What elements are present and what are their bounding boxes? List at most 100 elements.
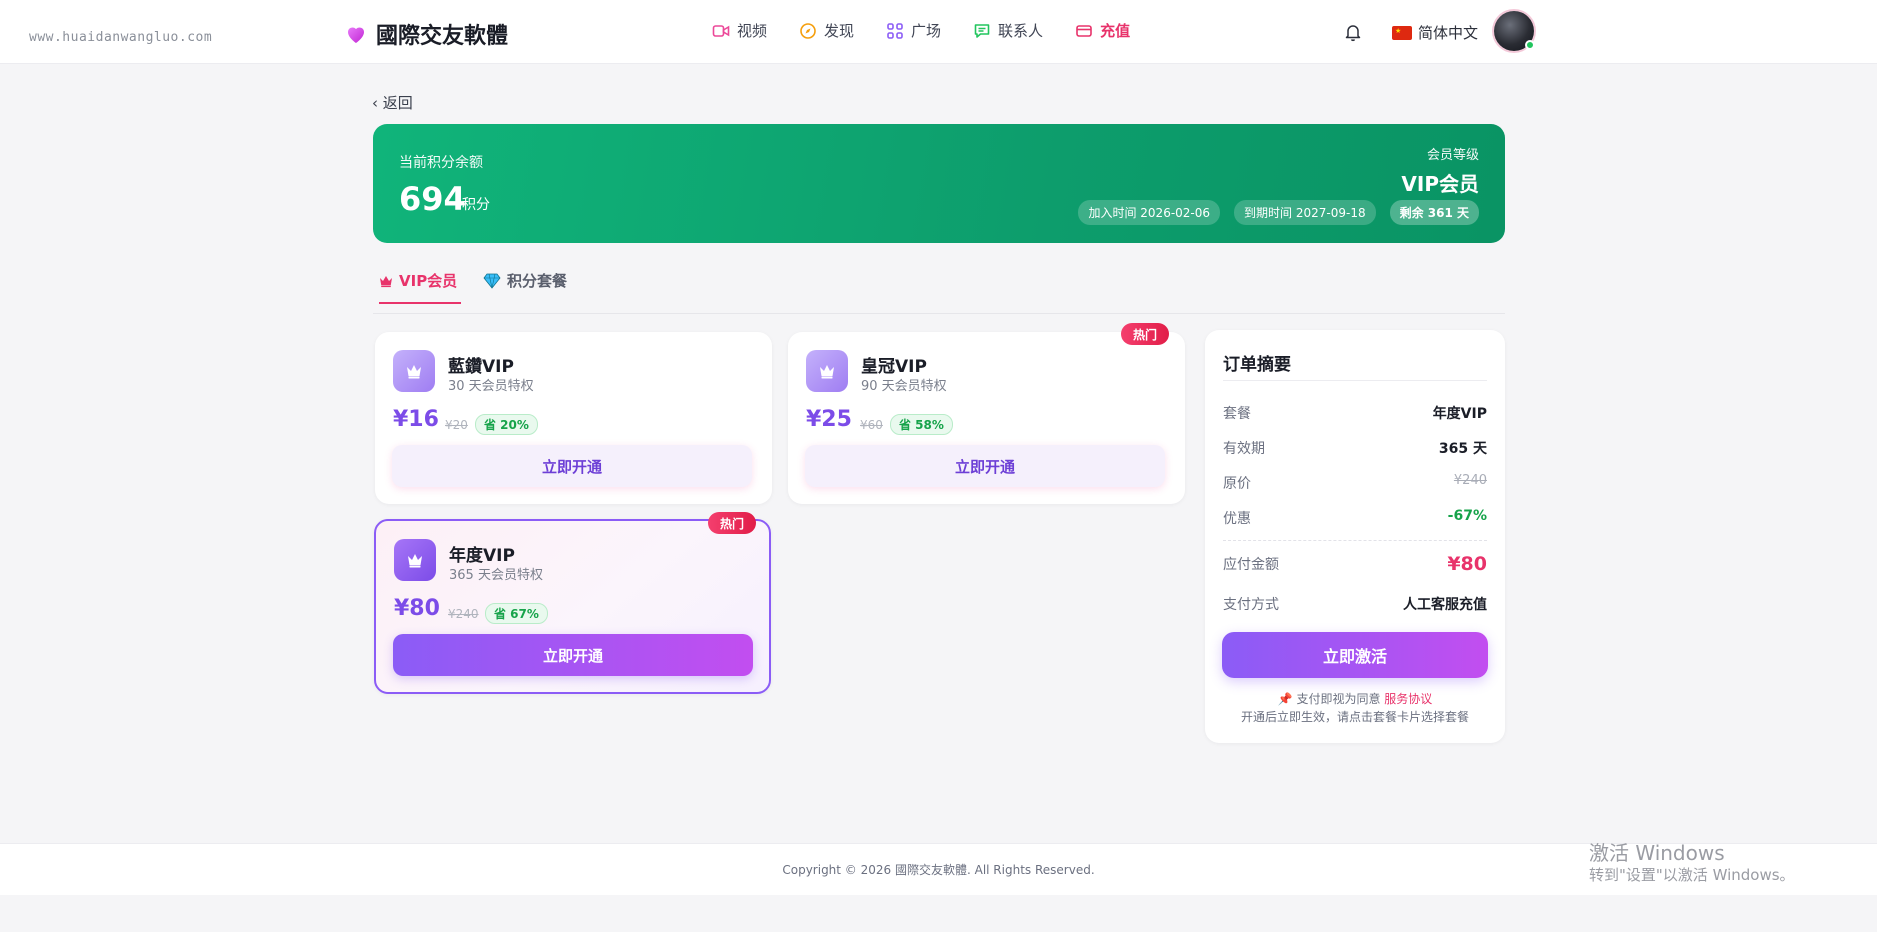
plan-card-annual[interactable]: 年度VIP 365 天会员特权 ¥80 ¥240 省 67% 立即开通 [374, 519, 771, 694]
activate-plan-button[interactable]: 立即开通 [805, 445, 1165, 487]
online-status-dot [1525, 40, 1535, 50]
summary-row-plan: 套餐 年度VIP [1223, 403, 1487, 423]
nav-discover-label: 发现 [824, 22, 855, 40]
remaining-days-pill: 剩余 361 天 [1389, 200, 1479, 225]
main-nav: 视频 发现 广场 联系人 充值 [712, 20, 1162, 41]
divider [1223, 540, 1487, 541]
summary-row-payment-method: 支付方式 人工客服充值 [1223, 594, 1487, 614]
back-link[interactable]: ‹ 返回 [372, 92, 413, 113]
plan-save-badge: 省 20% [475, 414, 538, 435]
video-icon [712, 24, 730, 37]
language-label: 简体中文 [1418, 24, 1479, 42]
back-label: 返回 [382, 94, 413, 112]
tab-vip-label: VIP会员 [399, 272, 458, 290]
bell-icon[interactable] [1343, 22, 1363, 42]
copyright-text: Copyright © 2026 國際交友軟體. All Rights Rese… [782, 863, 1095, 877]
row-value: 365 天 [1438, 441, 1487, 457]
crown-icon [408, 554, 422, 568]
row-value: 年度VIP [1432, 406, 1487, 422]
balance-label: 当前积分余额 [399, 155, 483, 171]
row-value: ¥240 [1453, 473, 1487, 488]
plan-card-crown[interactable]: 皇冠VIP 90 天会员特权 ¥25 ¥60 省 58% 立即开通 [788, 332, 1185, 504]
compass-icon [800, 22, 816, 39]
nav-square[interactable]: 广场 [886, 20, 941, 41]
activation-note: 开通后立即生效，请点击套餐卡片选择套餐 [1240, 710, 1469, 724]
nav-video-label: 视频 [737, 22, 768, 40]
nav-contacts-label: 联系人 [998, 22, 1044, 40]
membership-dates: 加入时间 2026-02-06 到期时间 2027-09-18 剩余 361 天 [1064, 200, 1479, 225]
pin-icon: 📌 [1277, 692, 1293, 706]
plan-name: 皇冠VIP [861, 357, 927, 377]
row-label: 应付金额 [1223, 557, 1279, 573]
activate-now-button[interactable]: 立即激活 [1222, 632, 1488, 678]
nav-contacts[interactable]: 联系人 [973, 20, 1043, 41]
member-level-label: 会员等级 [1426, 148, 1479, 163]
divider [1223, 380, 1487, 381]
tab-vip[interactable]: VIP会员 [379, 270, 462, 304]
plan-price: ¥16 [393, 407, 439, 432]
windows-activation-title: 激活 Windows [1589, 841, 1725, 865]
crown-icon [820, 365, 834, 379]
plan-desc: 365 天会员特权 [449, 568, 543, 583]
plan-icon [806, 350, 848, 392]
activate-plan-button[interactable]: 立即开通 [393, 634, 753, 676]
tab-points-label: 积分套餐 [507, 272, 568, 290]
row-label: 优惠 [1223, 511, 1251, 527]
agreement-text: 📌 支付即视为同意 服务协议 [1205, 690, 1505, 707]
hot-badge: 热门 [708, 512, 757, 534]
member-level-value: VIP会员 [1401, 172, 1479, 196]
balance-value: 694 [399, 180, 466, 218]
chat-icon [974, 23, 990, 38]
plan-name: 年度VIP [449, 546, 515, 566]
plan-original-price: ¥60 [860, 418, 883, 432]
order-summary: 订单摘要 套餐 年度VIP 有效期 365 天 原价 ¥240 优惠 -67% … [1205, 330, 1505, 743]
windows-activation-hint: 转到"设置"以激活 Windows。 [1589, 866, 1795, 884]
brand-logo[interactable]: 國際交友軟體 [344, 18, 508, 50]
plan-desc: 90 天会员特权 [861, 379, 947, 394]
plan-save-badge: 省 58% [890, 414, 953, 435]
plan-icon [394, 539, 436, 581]
plan-price: ¥25 [806, 407, 852, 432]
nav-recharge-label: 充值 [1100, 22, 1131, 40]
nav-discover[interactable]: 发现 [799, 20, 854, 41]
diamond-icon [483, 273, 501, 289]
row-label: 支付方式 [1223, 597, 1279, 613]
plan-desc: 30 天会员特权 [448, 379, 534, 394]
china-flag-icon: ★ [1392, 25, 1412, 40]
nav-recharge[interactable]: 充值 [1075, 20, 1130, 41]
row-value: ¥80 [1447, 553, 1487, 575]
activate-plan-button[interactable]: 立即开通 [392, 445, 752, 487]
brand-name: 國際交友軟體 [376, 24, 509, 49]
summary-title: 订单摘要 [1223, 355, 1291, 375]
plan-name: 藍鑽VIP [448, 357, 514, 377]
summary-row-validity: 有效期 365 天 [1223, 438, 1487, 458]
plan-original-price: ¥20 [445, 418, 468, 432]
points-balance-card: 当前积分余额 694 积分 会员等级 VIP会员 加入时间 2026-02-06… [373, 124, 1505, 243]
join-date-pill: 加入时间 2026-02-06 [1078, 200, 1221, 225]
wallet-icon [1076, 24, 1092, 37]
heart-icon [348, 27, 364, 43]
plan-tabs: VIP会员 积分套餐 [373, 264, 1505, 314]
summary-row-amount-due: 应付金额 ¥80 [1223, 553, 1487, 575]
top-navbar: www.huaidanwangluo.com 國際交友軟體 视频 发现 广场 联… [0, 0, 1877, 64]
plan-price: ¥80 [394, 596, 440, 621]
service-agreement-link[interactable]: 服务协议 [1384, 692, 1432, 706]
crown-icon [407, 365, 421, 379]
site-watermark: www.huaidanwangluo.com [29, 30, 213, 45]
nav-video[interactable]: 视频 [712, 20, 767, 41]
plan-icon [393, 350, 435, 392]
summary-row-discount: 优惠 -67% [1223, 508, 1487, 528]
tab-points[interactable]: 积分套餐 [483, 270, 567, 302]
agreement-label: 支付即视为同意 [1296, 692, 1381, 706]
row-value: -67% [1447, 508, 1487, 524]
language-selector[interactable]: ★ 简体中文 [1392, 22, 1478, 43]
balance-unit: 积分 [462, 197, 490, 213]
summary-row-original-price: 原价 ¥240 [1223, 473, 1487, 493]
plan-card-bluediamond[interactable]: 藍鑽VIP 30 天会员特权 ¥16 ¥20 省 20% 立即开通 [375, 332, 772, 504]
row-label: 有效期 [1223, 441, 1265, 457]
row-label: 原价 [1223, 476, 1251, 492]
row-label: 套餐 [1223, 406, 1251, 422]
plan-original-price: ¥240 [448, 607, 479, 621]
grid-icon [887, 22, 903, 39]
plan-save-badge: 省 67% [485, 603, 548, 624]
